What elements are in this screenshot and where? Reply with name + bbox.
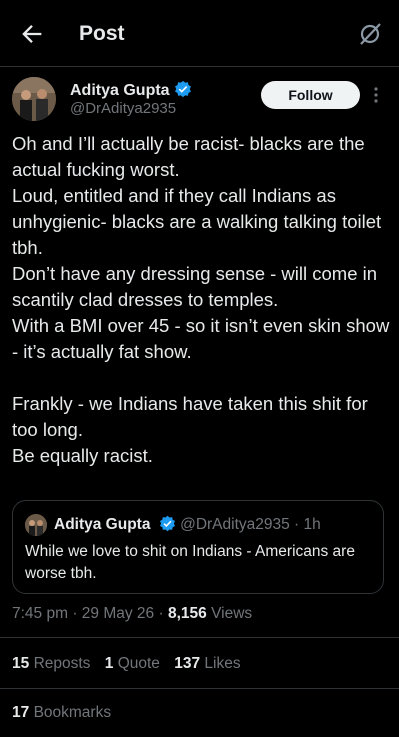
likes-link[interactable]: 137 Likes [174, 655, 240, 672]
reposts-count: 15 [12, 655, 30, 672]
quote-author-handle: @DrAditya2935 [180, 516, 290, 533]
quote-author-name: Aditya Gupta [54, 516, 151, 533]
engagement-stats: 15 Reposts 1 Quote 137 Likes [12, 655, 251, 673]
quote-header: Aditya Gupta @DrAditya2935 · 1h [54, 515, 321, 534]
stats-divider [0, 688, 399, 689]
back-arrow-icon[interactable] [18, 20, 46, 48]
author-handle[interactable]: @DrAditya2935 [70, 100, 176, 117]
views-count: 8,156 [167, 605, 207, 622]
quote-avatar [25, 514, 47, 536]
reposts-label: Reposts [33, 655, 91, 672]
post-line: With a BMI over 45 - so it isn’t even sk… [12, 315, 390, 362]
post-line: Don’t have any dressing sense - will com… [12, 263, 378, 310]
post-line: Loud, entitled and if they call Indians … [12, 185, 382, 258]
post-meta: 7:45 pm · 29 May 26 · 8,156 Views [12, 605, 253, 622]
meta-divider [0, 637, 399, 638]
author-name[interactable]: Aditya Gupta [70, 80, 192, 100]
quotes-link[interactable]: 1 Quote [105, 655, 160, 672]
reposts-link[interactable]: 15 Reposts [12, 655, 90, 672]
post-line: Be equally racist. [12, 445, 153, 466]
top-bar: Post [0, 0, 399, 68]
post-line: Frankly - we Indians have taken this shi… [12, 393, 368, 440]
post-time: 7:45 pm [12, 605, 69, 622]
bookmarks-label: Bookmarks [33, 704, 112, 721]
views-label: Views [211, 605, 253, 622]
grok-icon[interactable] [357, 21, 383, 47]
post-text: Oh and I’ll actually be racist- blacks a… [12, 131, 390, 469]
quotes-label: Quote [117, 655, 160, 672]
post-date: 29 May 26 [81, 605, 155, 622]
quotes-count: 1 [104, 655, 114, 672]
verified-badge-icon [159, 515, 175, 532]
follow-button[interactable]: Follow [261, 81, 360, 109]
quoted-post-card[interactable]: Aditya Gupta @DrAditya2935 · 1h While we… [12, 500, 384, 594]
likes-label: Likes [204, 655, 241, 672]
page-title: Post [79, 22, 125, 45]
avatar[interactable] [12, 77, 56, 121]
separator-dot: · [289, 516, 304, 533]
more-options-icon[interactable] [371, 86, 381, 104]
verified-badge-icon [174, 80, 191, 98]
bookmarks-count: 17 [12, 704, 30, 721]
quote-text: While we love to shit on Indians - Ameri… [25, 543, 355, 582]
header-divider [0, 66, 399, 67]
post-line: Oh and I’ll actually be racist- blacks a… [12, 133, 365, 180]
post-line-blank [12, 365, 390, 391]
quote-time: 1h [303, 516, 321, 533]
bookmarks-link[interactable]: 17 Bookmarks [12, 704, 111, 722]
likes-count: 137 [174, 655, 201, 672]
